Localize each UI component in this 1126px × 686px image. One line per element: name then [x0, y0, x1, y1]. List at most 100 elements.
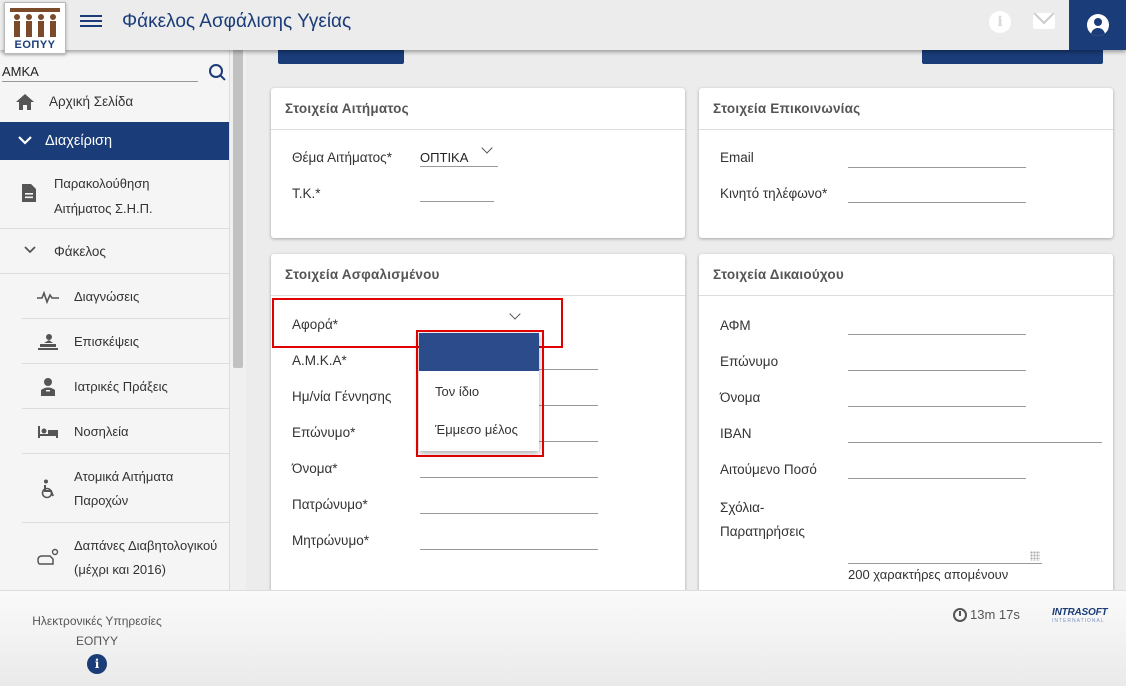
intrasoft-logo: INTRASOFT INTERNATIONAL	[1052, 607, 1108, 624]
sidebar-item-medical-acts[interactable]: Ιατρικές Πράξεις	[22, 365, 229, 409]
footer-org-line: Ηλεκτρονικές Υπηρεσίες	[32, 614, 162, 628]
logo-text: ΕΟΠΥΥ	[14, 39, 56, 51]
brand-name: INTRASOFT	[1052, 607, 1108, 618]
diabetes-icon	[36, 548, 60, 568]
search-input[interactable]	[2, 62, 198, 82]
timer-icon	[953, 607, 967, 622]
sidebar-item-tracking[interactable]: Παρακολούθηση Αιτήματος Σ.Η.Π.	[0, 163, 229, 229]
mother-name-input[interactable]	[420, 532, 598, 550]
comments-label-line: Παρατηρήσεις	[720, 524, 805, 539]
sidebar-item-label: Αρχική Σελίδα	[49, 94, 134, 109]
comments-label-line: Σχόλια-	[720, 500, 765, 515]
amka-label: Α.Μ.Κ.Α*	[292, 353, 347, 368]
sidebar-item-label: Διαχείριση	[45, 133, 113, 149]
sidebar-item-diabetes-expenses[interactable]: Δαπάνες Διαβητολογικού (μέχρι και 2016)	[22, 524, 229, 590]
sidebar-item-home[interactable]: Αρχική Σελίδα	[0, 88, 229, 116]
afm-label: ΑΦΜ	[720, 318, 751, 333]
document-icon	[20, 181, 38, 205]
zip-input[interactable]	[420, 184, 494, 202]
eopyy-logo[interactable]: ΕΟΠΥΥ	[4, 2, 66, 54]
insured-name-input[interactable]	[420, 460, 598, 478]
subject-label: Θέμα Αιτήματος*	[292, 150, 392, 165]
contact-card: Στοιχεία Επικοινωνίας Email Κινητό τηλέφ…	[699, 88, 1113, 238]
sidebar-item-label: Παροχών	[74, 493, 129, 508]
sidebar-item-label: Ατομικά Αιτήματα	[74, 469, 174, 484]
mobile-input[interactable]	[848, 185, 1026, 203]
sidebar-item-label: (μέχρι και 2016)	[74, 562, 166, 577]
brand-sub: INTERNATIONAL	[1052, 618, 1105, 624]
sidebar-search	[2, 62, 228, 84]
sidebar-item-label: Παρακολούθηση	[54, 176, 150, 191]
sidebar-scrollbar[interactable]	[229, 50, 246, 590]
sidebar-item-label: Διαγνώσεις	[74, 289, 140, 304]
insured-surname-label: Επώνυμο*	[292, 425, 356, 440]
sidebar-item-label: Ιατρικές Πράξεις	[74, 379, 168, 394]
dob-label: Ημ/νία Γέννησης	[292, 389, 392, 404]
father-name-input[interactable]	[420, 496, 598, 514]
card-title: Στοιχεία Ασφαλισμένου	[271, 254, 685, 296]
app-title: Φάκελος Ασφάλισης Υγείας	[122, 11, 352, 32]
iban-input[interactable]	[848, 425, 1102, 443]
email-label: Email	[720, 150, 754, 165]
chevron-down-icon	[20, 240, 40, 260]
mail-icon[interactable]	[1033, 13, 1055, 29]
amount-input[interactable]	[848, 461, 1026, 479]
submit-request-button[interactable]	[922, 50, 1103, 64]
sidebar-item-visits[interactable]: Επισκέψεις	[22, 320, 229, 364]
sidebar-item-label: Φάκελος	[54, 244, 106, 259]
sidebar-item-manage[interactable]: Διαχείριση	[0, 122, 229, 160]
amount-label: Αιτούμενο Ποσό	[720, 462, 817, 477]
main-content: Στοιχεία Αιτήματος Θέμα Αιτήματος* ΟΠΤΙΚ…	[246, 50, 1126, 590]
home-icon	[14, 92, 36, 112]
sidebar-item-label: Νοσηλεία	[74, 424, 129, 439]
insured-name-label: Όνομα*	[292, 461, 338, 476]
info-icon[interactable]: i	[87, 654, 107, 674]
chevron-down-icon	[16, 131, 34, 149]
patient-icon	[36, 332, 60, 352]
sidebar-item-label: Επισκέψεις	[74, 334, 140, 349]
search-icon[interactable]	[208, 62, 226, 82]
mobile-label: Κινητό τηλέφωνο*	[720, 186, 828, 201]
beneficiary-surname-input[interactable]	[848, 353, 1026, 371]
comments-textarea[interactable]	[848, 494, 1042, 564]
resize-handle-icon[interactable]	[1030, 551, 1040, 561]
mother-name-label: Μητρώνυμο*	[292, 533, 369, 548]
card-title: Στοιχεία Δικαιούχου	[699, 254, 1113, 296]
sidebar-item-hospitalization[interactable]: Νοσηλεία	[22, 410, 229, 454]
beneficiary-name-input[interactable]	[848, 389, 1026, 407]
sidebar-item-label: Αιτήματος Σ.Η.Π.	[54, 201, 153, 216]
info-icon[interactable]: i	[989, 11, 1011, 33]
comments-label: Σχόλια- Παρατηρήσεις	[720, 496, 805, 544]
user-account-button[interactable]	[1069, 0, 1126, 50]
iban-label: IBAN	[720, 426, 752, 441]
beneficiary-name-label: Όνομα	[720, 390, 761, 405]
beneficiary-surname-label: Επώνυμο	[720, 354, 779, 369]
pulse-icon	[36, 287, 60, 307]
card-title: Στοιχεία Αιτήματος	[271, 88, 685, 130]
zip-label: Τ.Κ.*	[292, 186, 321, 201]
app-header: Φάκελος Ασφάλισης Υγείας i	[0, 0, 1126, 50]
scrollbar-thumb[interactable]	[233, 50, 243, 368]
request-card: Στοιχεία Αιτήματος Θέμα Αιτήματος* ΟΠΤΙΚ…	[271, 88, 685, 238]
footer: Ηλεκτρονικές Υπηρεσίες ΕΟΠΥΥ i 13m 17s I…	[0, 590, 1126, 686]
afm-input[interactable]	[848, 317, 1026, 335]
sidebar-item-label: Δαπάνες Διαβητολογικού	[74, 538, 218, 553]
email-input[interactable]	[848, 150, 1026, 168]
subject-value: ΟΠΤΙΚΑ	[420, 150, 469, 165]
sidebar-item-individual-requests[interactable]: Ατομικά Αιτήματα Παροχών	[22, 455, 229, 523]
session-timer: 13m 17s	[953, 607, 1020, 622]
sidebar-item-diagnoses[interactable]: Διαγνώσεις	[22, 275, 229, 319]
bed-icon	[36, 422, 60, 442]
sidebar: Αρχική Σελίδα Διαχείριση Παρακολούθηση Αι…	[0, 50, 246, 590]
highlight-dropdown	[416, 330, 544, 457]
footer-org: Ηλεκτρονικές Υπηρεσίες ΕΟΠΥΥ	[32, 611, 162, 651]
logo-figures-icon	[10, 8, 60, 37]
wheelchair-icon	[36, 479, 60, 499]
chars-remaining: 200 χαρακτήρες απομένουν	[848, 567, 1009, 582]
footer-org-line: ΕΟΠΥΥ	[75, 634, 118, 648]
father-name-label: Πατρώνυμο*	[292, 497, 368, 512]
beneficiary-card: Στοιχεία Δικαιούχου ΑΦΜ Επώνυμο Όνομα IB…	[699, 254, 1113, 590]
sidebar-item-folder[interactable]: Φάκελος	[0, 230, 229, 274]
clear-button[interactable]	[278, 50, 404, 64]
menu-icon[interactable]	[80, 12, 102, 30]
